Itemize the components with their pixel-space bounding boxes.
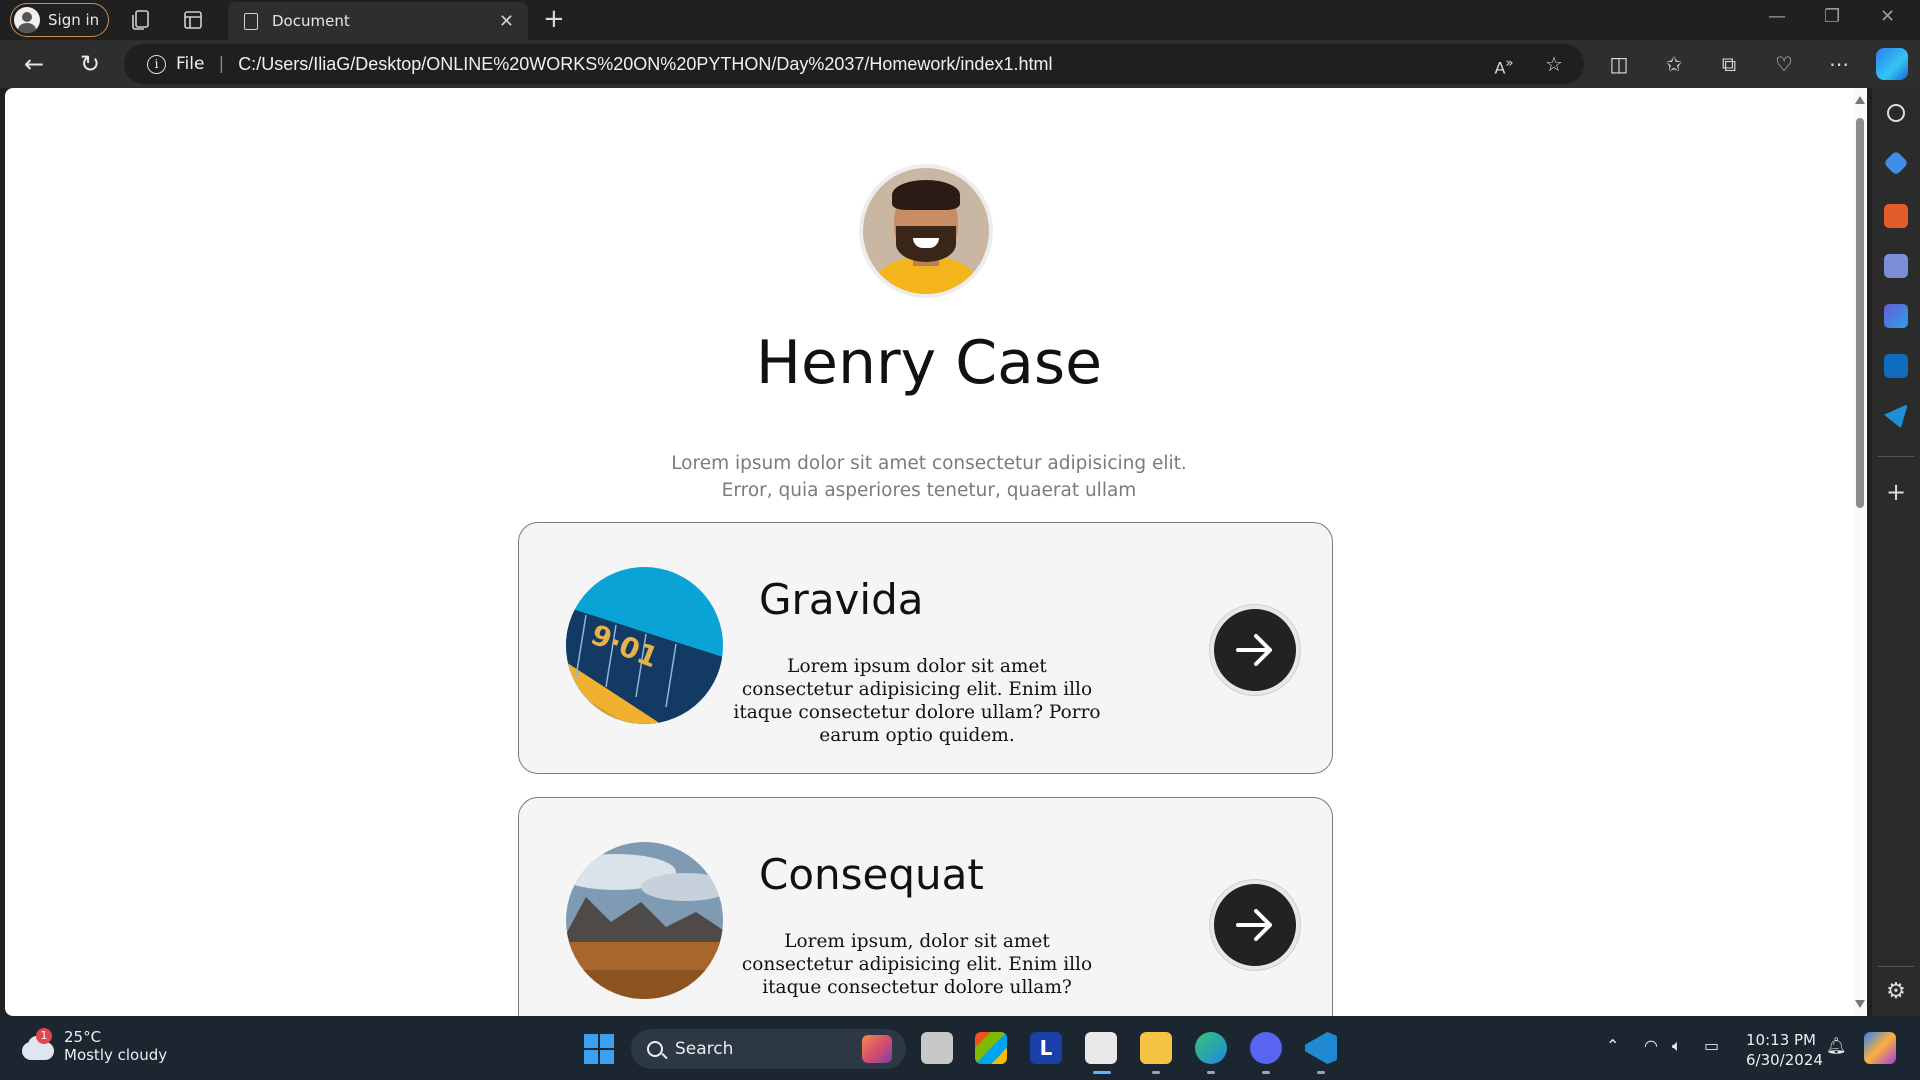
card-title: Consequat <box>759 850 984 899</box>
clock-date: 6/30/2024 <box>1746 1051 1823 1069</box>
weather-widget[interactable]: 1 25°C Mostly cloudy <box>20 1028 167 1064</box>
card-image: 9·01 <box>566 567 723 724</box>
running-app-indicator <box>1317 1071 1325 1074</box>
search-icon <box>647 1041 663 1057</box>
scroll-up-icon[interactable] <box>1855 96 1865 104</box>
card-description: Lorem ipsum dolor sit amet consectetur a… <box>733 656 1101 746</box>
collections-icon[interactable]: ⧉ <box>1715 50 1743 78</box>
close-window-icon[interactable]: ✕ <box>1880 6 1895 27</box>
microsoft-365-icon[interactable] <box>1884 304 1908 328</box>
snipping-tool-icon[interactable] <box>1085 1032 1117 1064</box>
sidebar-divider-bottom <box>1878 966 1914 967</box>
vertical-tabs-icon[interactable] <box>181 8 205 32</box>
search-label: Search <box>675 1039 734 1059</box>
games-icon[interactable] <box>1884 254 1908 278</box>
active-app-indicator <box>1093 1071 1111 1074</box>
card-action-button[interactable] <box>1210 605 1300 695</box>
tools-briefcase-icon[interactable] <box>1884 204 1908 228</box>
profile-avatar <box>859 164 993 298</box>
wifi-icon[interactable]: ◠ <box>1644 1036 1658 1055</box>
task-view-icon[interactable] <box>921 1032 953 1064</box>
microsoft-store-icon[interactable] <box>975 1032 1007 1064</box>
vscode-icon[interactable] <box>1305 1032 1337 1064</box>
sidebar-search-icon[interactable] <box>1887 104 1905 122</box>
card-description: Lorem ipsum, dolor sit amet consectetur … <box>741 931 1093 998</box>
page-viewport: Henry Case Lorem ipsum dolor sit amet co… <box>5 88 1867 1016</box>
address-scheme: File <box>176 54 205 74</box>
project-card: Consequat Lorem ipsum, dolor sit amet co… <box>518 797 1333 1016</box>
weather-temperature: 25°C <box>64 1028 102 1046</box>
profile-bio: Lorem ipsum dolor sit amet consectetur a… <box>671 453 1187 501</box>
address-separator: | <box>218 54 225 74</box>
edge-sidebar: + ⚙ <box>1872 88 1920 1016</box>
app-l-icon[interactable]: L <box>1030 1032 1062 1064</box>
address-bar[interactable]: i File | C:/Users/IliaG/Desktop/ONLINE%2… <box>124 44 1584 84</box>
browser-essentials-icon[interactable]: ♡ <box>1770 50 1798 78</box>
card-action-button[interactable] <box>1210 880 1300 970</box>
project-card: 9·01 Gravida Lorem ipsum dolor sit amet … <box>518 522 1333 774</box>
workspaces-icon[interactable] <box>129 8 153 32</box>
scrollbar-thumb[interactable] <box>1856 118 1864 508</box>
more-menu-icon[interactable]: ⋯ <box>1825 50 1853 78</box>
card-image <box>566 842 723 999</box>
show-hidden-icons-chevron-icon[interactable]: ⌃ <box>1606 1036 1619 1055</box>
sign-in-label: Sign in <box>48 11 100 29</box>
favorites-icon[interactable]: ✩ <box>1660 50 1688 78</box>
windows-taskbar: 1 25°C Mostly cloudy Search L ⌃ ◠ 🔈︎ ▭ 1… <box>0 1016 1920 1080</box>
favorite-star-icon[interactable]: ☆ <box>1540 50 1568 78</box>
new-tab-button[interactable]: + <box>543 4 565 34</box>
running-app-indicator <box>1207 1071 1215 1074</box>
file-explorer-icon[interactable] <box>1140 1032 1172 1064</box>
restore-icon[interactable]: ❐ <box>1824 6 1840 27</box>
weather-badge: 1 <box>36 1028 52 1044</box>
weather-description: Mostly cloudy <box>64 1046 168 1064</box>
add-sidebar-app-icon[interactable]: + <box>1884 480 1908 504</box>
send-icon[interactable] <box>1884 404 1908 428</box>
battery-icon[interactable]: ▭ <box>1704 1036 1719 1055</box>
arrow-right-icon <box>1236 909 1272 941</box>
sign-in-button[interactable]: Sign in <box>10 3 109 37</box>
document-icon <box>244 12 258 30</box>
running-app-indicator <box>1152 1071 1160 1074</box>
browser-title-bar: Sign in Document ✕ + — ❐ ✕ <box>0 0 1920 40</box>
search-highlight-icon <box>862 1035 892 1063</box>
read-aloud-icon[interactable]: A» <box>1490 50 1518 78</box>
copilot-icon[interactable] <box>1876 48 1908 80</box>
browser-toolbar: ← ↻ i File | C:/Users/IliaG/Desktop/ONLI… <box>0 40 1920 88</box>
scroll-down-icon[interactable] <box>1855 1000 1865 1008</box>
page-scrollbar[interactable] <box>1853 88 1867 1016</box>
tab-title: Document <box>272 12 350 30</box>
outlook-icon[interactable] <box>1884 354 1908 378</box>
back-icon[interactable]: ← <box>20 50 48 78</box>
profile-avatar-icon <box>14 7 40 33</box>
system-clock[interactable]: 10:13 PM 6/30/2024 <box>1746 1030 1823 1070</box>
arrow-right-icon <box>1236 634 1272 666</box>
sidebar-divider <box>1878 456 1914 457</box>
split-screen-icon[interactable]: ◫ <box>1605 50 1633 78</box>
volume-icon[interactable]: 🔈︎ <box>1672 1036 1682 1056</box>
address-url[interactable]: C:/Users/IliaG/Desktop/ONLINE%20WORKS%20… <box>238 54 1052 75</box>
info-icon[interactable]: i <box>147 54 166 74</box>
close-tab-icon[interactable]: ✕ <box>499 11 514 32</box>
card-title: Gravida <box>759 575 924 624</box>
refresh-icon[interactable]: ↻ <box>76 50 104 78</box>
profile-name: Henry Case <box>755 328 1103 398</box>
sidebar-settings-icon[interactable]: ⚙ <box>1884 980 1908 1004</box>
notification-bell-icon[interactable]: 🔔︎ <box>1826 1036 1846 1055</box>
minimize-icon[interactable]: — <box>1768 6 1786 27</box>
running-app-indicator <box>1262 1071 1270 1074</box>
tab-document[interactable]: Document ✕ <box>228 2 528 40</box>
copilot-taskbar-icon[interactable] <box>1864 1032 1896 1064</box>
start-button[interactable] <box>584 1034 614 1064</box>
cloudy-weather-icon: 1 <box>20 1028 56 1062</box>
edge-browser-icon[interactable] <box>1195 1032 1227 1064</box>
shopping-tag-icon[interactable] <box>1883 150 1909 176</box>
clock-time: 10:13 PM <box>1746 1031 1816 1049</box>
discord-icon[interactable] <box>1250 1032 1282 1064</box>
taskbar-search[interactable]: Search <box>631 1029 906 1069</box>
